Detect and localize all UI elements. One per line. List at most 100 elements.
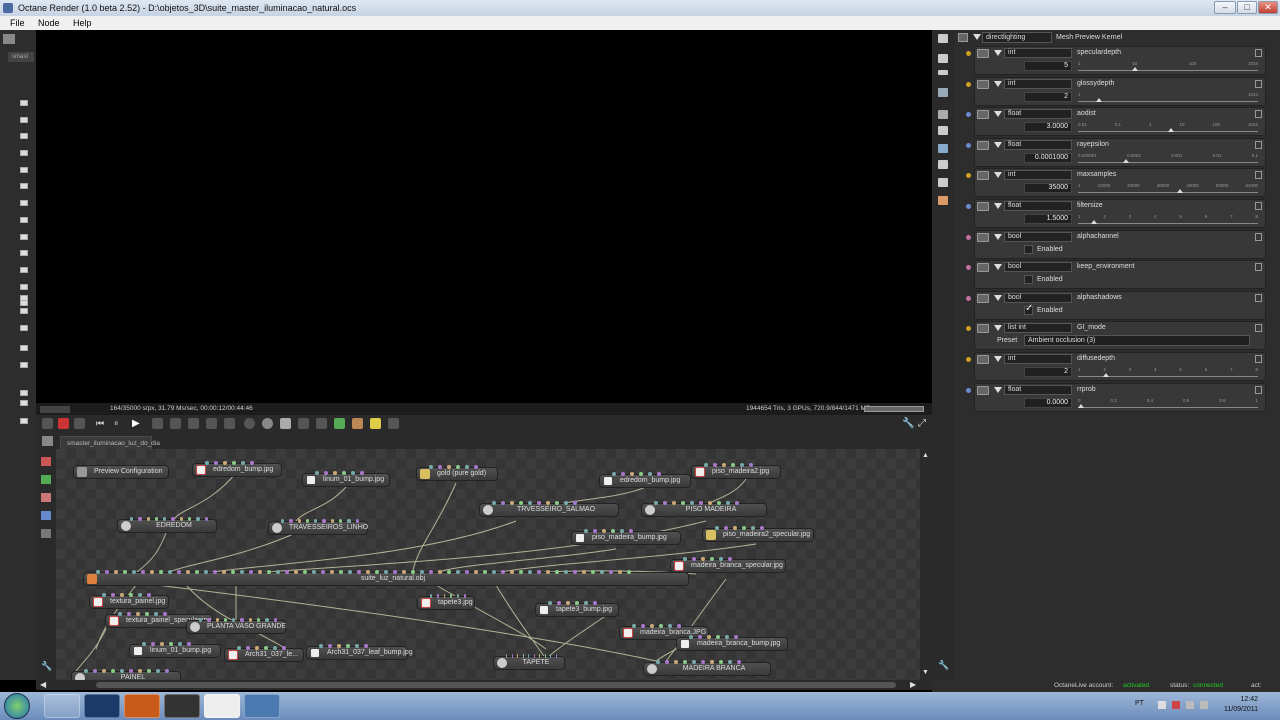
menu-file[interactable]: File <box>10 16 25 30</box>
node-pin[interactable] <box>312 570 316 574</box>
node-pin[interactable] <box>611 529 615 533</box>
node-pin[interactable] <box>566 601 570 605</box>
param-slider[interactable]: 0 0.2 0.4 0.6 0.8 1 <box>1078 398 1258 409</box>
node-pin[interactable] <box>402 570 406 574</box>
slider-thumb[interactable] <box>1096 97 1102 102</box>
node-pin[interactable] <box>450 594 453 598</box>
node-pin[interactable] <box>123 570 127 574</box>
restart-icon[interactable]: ⏮ <box>96 418 107 429</box>
node-pin[interactable] <box>347 519 351 523</box>
node-pin[interactable] <box>492 570 496 574</box>
node-pin[interactable] <box>710 557 714 561</box>
node-graph-horizontal-scrollbar[interactable]: ▶ ◀ <box>36 680 932 690</box>
node-pin[interactable] <box>630 472 634 476</box>
collapse-icon[interactable] <box>994 233 1002 240</box>
node-pin[interactable] <box>528 570 532 574</box>
param-type-select[interactable]: int <box>1004 48 1072 58</box>
node-pin[interactable] <box>322 519 326 523</box>
param-node-icon[interactable] <box>977 355 989 364</box>
node-pin[interactable] <box>146 517 150 521</box>
node-pin[interactable] <box>223 461 227 465</box>
node-pin[interactable] <box>120 669 124 673</box>
node-pin[interactable] <box>659 624 663 628</box>
node-pin[interactable] <box>591 570 595 574</box>
edit-icon[interactable] <box>1255 79 1262 88</box>
collapse-icon[interactable] <box>994 294 1002 301</box>
node-pin[interactable] <box>102 593 106 597</box>
node-pin[interactable] <box>147 669 151 673</box>
language-indicator[interactable]: PT <box>1135 700 1144 707</box>
camera-icon[interactable] <box>42 418 53 429</box>
node-pin[interactable] <box>621 472 625 476</box>
scroll-left-icon[interactable]: ◀ <box>40 680 46 689</box>
node-pin[interactable] <box>464 594 466 598</box>
graph-node[interactable]: PLANTA VASO GRANDE <box>186 618 286 634</box>
node-pin[interactable] <box>351 471 355 475</box>
scroll-down-icon[interactable]: ▼ <box>922 669 929 676</box>
node-pin[interactable] <box>557 601 561 605</box>
node-pin[interactable] <box>163 517 167 521</box>
graph-node[interactable]: tapete3_bump.jpg <box>535 601 619 617</box>
node-pin[interactable] <box>151 642 155 646</box>
node-pin[interactable] <box>501 501 505 505</box>
add-node-icon[interactable] <box>41 475 51 484</box>
node-pin[interactable] <box>165 669 169 673</box>
node-pin[interactable] <box>330 570 334 574</box>
node-pin[interactable] <box>258 570 262 574</box>
node-pin[interactable] <box>663 501 667 505</box>
node-pin[interactable] <box>207 618 211 622</box>
node-pin[interactable] <box>731 463 735 467</box>
node-pin[interactable] <box>593 529 597 533</box>
edit-icon[interactable] <box>1255 263 1262 272</box>
param-slider[interactable]: 1 2 3 4 5 6 7 8 <box>1078 214 1258 225</box>
wrench-icon[interactable]: 🔧 <box>902 418 914 429</box>
kernel-type-select[interactable]: directlighting <box>982 32 1052 43</box>
node-pin[interactable] <box>620 529 624 533</box>
node-pin[interactable] <box>160 642 164 646</box>
param-type-select[interactable]: bool <box>1004 292 1072 303</box>
edit-icon[interactable] <box>1255 110 1262 119</box>
node-pin[interactable] <box>237 646 241 650</box>
node-pin[interactable] <box>328 644 332 648</box>
node-pin[interactable] <box>430 594 432 598</box>
graph-node[interactable]: PISO MADEIRA <box>641 501 767 517</box>
node-pin[interactable] <box>222 570 226 574</box>
start-button[interactable] <box>4 693 30 719</box>
node-pin[interactable] <box>632 624 636 628</box>
close-button[interactable]: ✕ <box>1258 1 1278 14</box>
node-pin[interactable] <box>492 501 496 505</box>
node-pin[interactable] <box>171 517 175 521</box>
outliner-item[interactable] <box>20 183 28 189</box>
param-type-select[interactable]: float <box>1004 109 1072 120</box>
slider-track[interactable] <box>1078 192 1258 194</box>
material-picker-icon[interactable] <box>224 418 235 429</box>
list-icon[interactable] <box>938 70 948 75</box>
outliner-item[interactable] <box>20 217 28 223</box>
node-pin[interactable] <box>93 669 97 673</box>
param-value-field[interactable]: 1.5000 <box>1024 214 1072 224</box>
node-pin[interactable] <box>324 471 328 475</box>
node-pin[interactable] <box>357 570 361 574</box>
node-graph-icon[interactable] <box>42 436 53 446</box>
collapse-icon[interactable] <box>973 34 981 40</box>
node-pin[interactable] <box>342 471 346 475</box>
param-type-select[interactable]: float <box>1004 139 1072 150</box>
node-pin[interactable] <box>668 624 672 628</box>
photoshop-icon[interactable] <box>84 694 120 718</box>
gear-icon[interactable] <box>938 110 948 119</box>
node-pin[interactable] <box>366 570 370 574</box>
slider-thumb[interactable] <box>1132 67 1138 71</box>
node-pin[interactable] <box>501 570 505 574</box>
node-pin[interactable] <box>510 570 514 574</box>
node-pin[interactable] <box>282 646 286 650</box>
outliner-item[interactable] <box>20 345 28 351</box>
node-pin[interactable] <box>582 570 586 574</box>
graph-node[interactable]: piso_madeira2.jpg <box>691 463 781 479</box>
node-pin[interactable] <box>355 519 359 523</box>
node-pin[interactable] <box>674 660 678 664</box>
node-pin[interactable] <box>281 519 285 523</box>
node-pin[interactable] <box>215 618 219 622</box>
environment-icon[interactable] <box>938 178 948 187</box>
node-pin[interactable] <box>749 463 753 467</box>
param-slider[interactable]: 1 1024 <box>1078 92 1258 103</box>
